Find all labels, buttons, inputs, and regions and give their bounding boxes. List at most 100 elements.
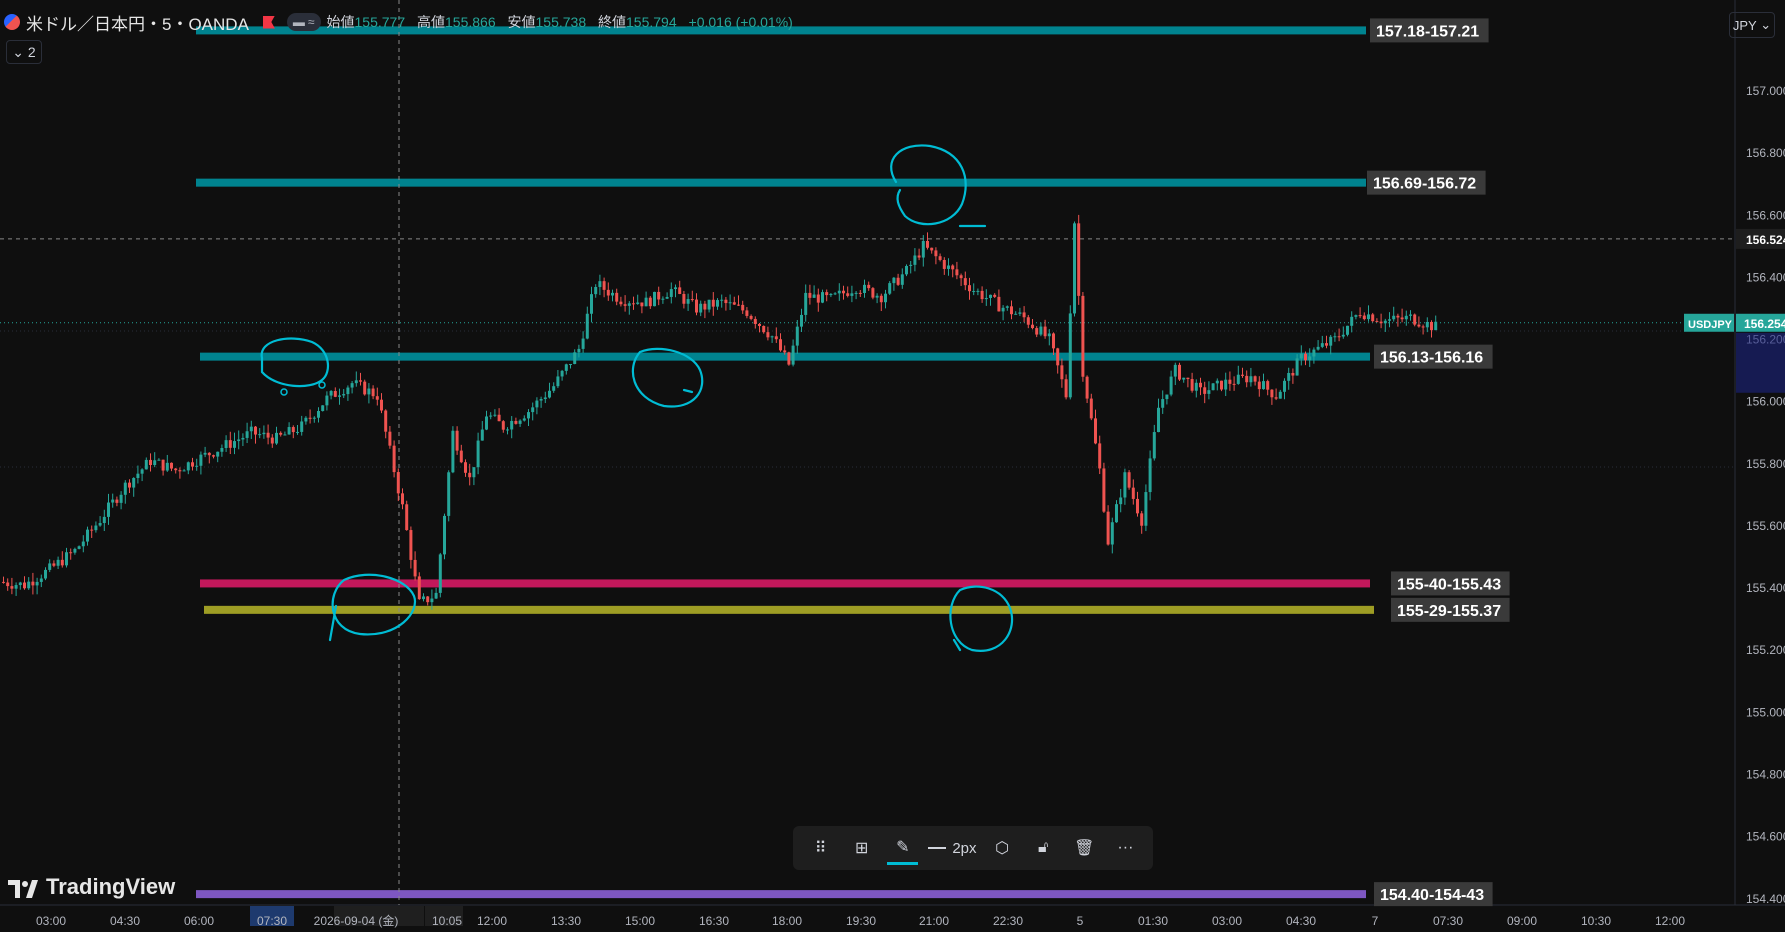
x-tick-label: 7 <box>1372 914 1379 928</box>
candle-body <box>909 264 913 266</box>
y-tick-label: 156.000 <box>1746 395 1785 409</box>
candle-body <box>1110 522 1114 545</box>
candle-body <box>1341 334 1345 337</box>
candle-body <box>1220 380 1223 390</box>
trash-icon[interactable]: 🗑︎ <box>1069 833 1100 863</box>
candle-body <box>674 287 677 290</box>
zone-label: 155-40-155.43 <box>1397 576 1501 593</box>
layers-button[interactable]: ⌄ 2 <box>6 40 42 64</box>
settings-icon[interactable]: ⬡ <box>987 833 1018 863</box>
candle-body <box>90 529 94 531</box>
candle-body <box>497 414 501 422</box>
candle-body <box>884 293 887 303</box>
candle-body <box>1085 376 1089 399</box>
price-chart[interactable]: 157.000156.800156.600156.400156.200156.0… <box>0 0 1785 932</box>
candle-body <box>518 420 522 424</box>
x-tick-label: 04:30 <box>1286 914 1316 928</box>
candle-body <box>178 470 182 472</box>
candle-body <box>791 345 795 365</box>
candle-body <box>367 388 371 395</box>
candle-body <box>1152 432 1156 459</box>
zone-label: 157.18-157.21 <box>1376 23 1479 40</box>
candle-body <box>619 301 623 305</box>
currency-flag-icon <box>4 14 20 30</box>
candle-body <box>476 440 480 468</box>
candle-body <box>531 407 535 413</box>
candle-body <box>1094 418 1097 444</box>
candle-body <box>1232 383 1236 385</box>
candle-body <box>405 504 409 531</box>
currency-selector[interactable]: JPY ⌄ <box>1729 12 1775 38</box>
drag-handle-icon[interactable]: ⠿ <box>805 833 836 863</box>
template-icon[interactable]: ⊞ <box>846 833 877 863</box>
candle-body <box>1035 328 1039 335</box>
candle-body <box>270 437 274 444</box>
candle-body <box>594 286 598 295</box>
candle-body <box>123 482 127 495</box>
candle-body <box>1068 313 1072 398</box>
candle-body <box>657 291 661 300</box>
candle-body <box>1022 312 1026 318</box>
candle-body <box>993 294 997 297</box>
candle-body <box>1262 381 1265 390</box>
candle-body <box>1354 315 1358 317</box>
candle-body <box>258 434 262 436</box>
line-width-button[interactable]: 2px <box>928 840 977 857</box>
pencil-icon[interactable]: ✎ <box>887 832 919 865</box>
zone-band <box>200 579 1370 588</box>
candle-body <box>212 455 215 457</box>
chevron-down-icon: ⌄ <box>12 43 28 60</box>
candle-body <box>77 546 81 549</box>
candle-body <box>1157 407 1160 433</box>
candle-body <box>863 284 866 294</box>
candle-body <box>375 396 379 400</box>
candle-body <box>837 290 841 294</box>
chart-background <box>0 0 1785 932</box>
candle-body <box>493 414 497 416</box>
candle-body <box>535 400 539 408</box>
zone-band <box>204 605 1374 614</box>
candle-body <box>350 383 354 388</box>
candle-body <box>581 338 585 349</box>
candle-body <box>611 292 614 296</box>
candle-body <box>1148 458 1152 493</box>
alert-flag-icon[interactable] <box>262 15 275 29</box>
candle-body <box>661 298 665 300</box>
candle-body <box>157 459 161 461</box>
candle-body <box>472 467 476 478</box>
candle-body <box>682 293 686 304</box>
symbol-title[interactable]: 米ドル／日本円・5・OANDA <box>26 10 249 35</box>
candle-body <box>1228 379 1232 384</box>
candle-body <box>94 525 98 531</box>
candle-body <box>1031 324 1034 329</box>
candle-body <box>942 259 946 269</box>
candle-body <box>60 559 64 566</box>
candle-body <box>396 472 400 494</box>
candle-body <box>417 576 421 600</box>
ohlc-readout: 始値155.777 高値155.866 安値155.738 終値155.794 … <box>327 12 801 32</box>
candle-body <box>1434 321 1438 331</box>
candle-body <box>1123 472 1127 498</box>
candle-body <box>39 578 43 582</box>
candle-body <box>1207 390 1211 394</box>
candle-body <box>1388 319 1391 321</box>
tradingview-logo[interactable]: TradingView <box>8 874 175 900</box>
candle-body <box>1115 504 1118 523</box>
x-tick-label: 21:00 <box>919 914 949 928</box>
candle-body <box>1026 317 1030 325</box>
symbol-header: 米ドル／日本円・5・OANDA ▬ ≈ 始値155.777 高値155.866 安… <box>4 10 801 34</box>
x-tick-label: 12:00 <box>477 914 507 928</box>
candle-body <box>1001 307 1005 312</box>
candle-body <box>1316 346 1320 350</box>
candle-body <box>955 269 959 276</box>
candle-body <box>321 405 325 411</box>
candle-body <box>1329 336 1333 346</box>
candle-body <box>724 299 728 304</box>
candle-body <box>1274 397 1278 399</box>
indicator-toggle[interactable]: ▬ ≈ <box>286 13 321 31</box>
more-icon[interactable]: ··· <box>1110 833 1141 863</box>
candle-body <box>338 395 341 397</box>
candle-body <box>846 293 850 296</box>
unlock-icon[interactable]: 🔓︎ <box>1028 833 1059 863</box>
candle-body <box>1270 389 1274 398</box>
